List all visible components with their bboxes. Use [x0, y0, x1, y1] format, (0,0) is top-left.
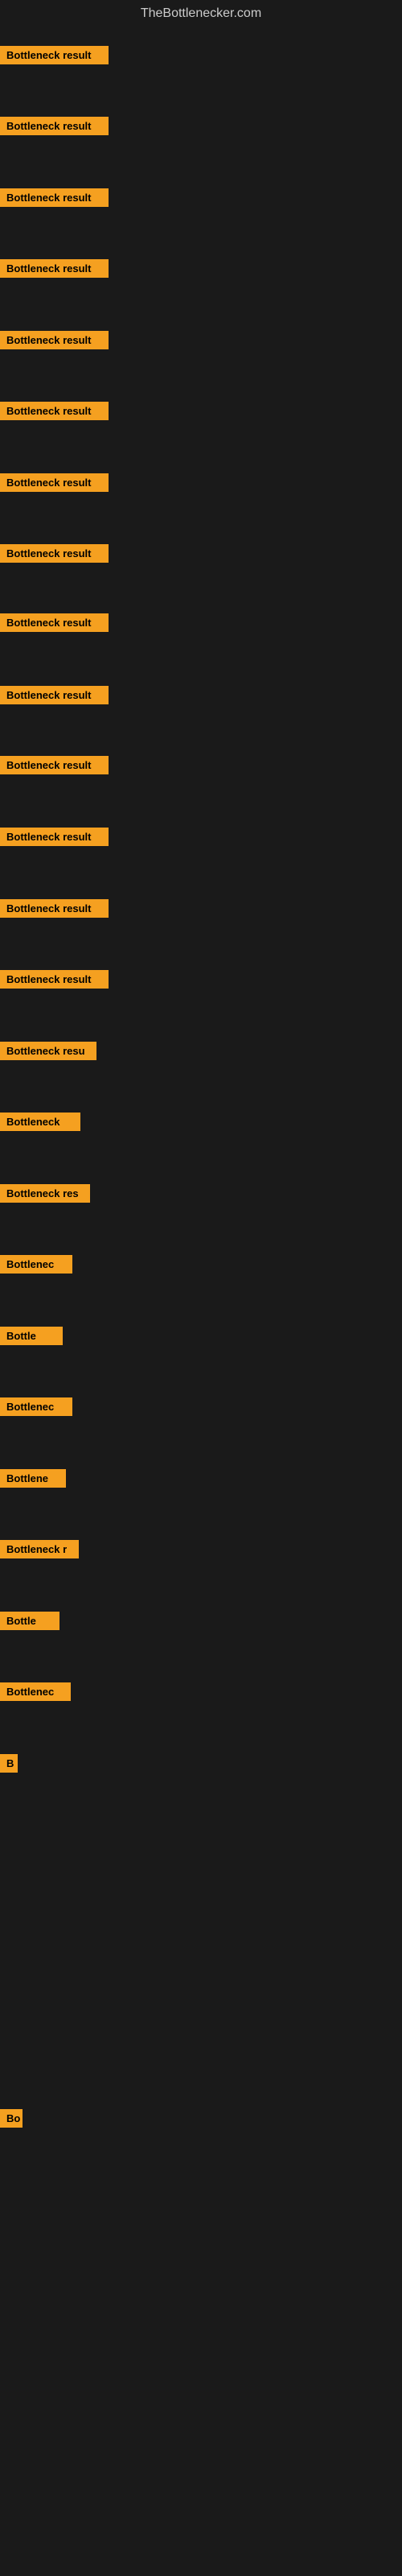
bottleneck-result-item[interactable]: Bottleneck result	[0, 686, 109, 704]
bottleneck-result-item[interactable]: Bottle	[0, 1327, 63, 1345]
bottleneck-result-item[interactable]: Bottleneck res	[0, 1184, 90, 1203]
bottleneck-result-item[interactable]: Bottleneck r	[0, 1540, 79, 1558]
bottleneck-result-item[interactable]: Bottleneck result	[0, 613, 109, 632]
bottleneck-result-item[interactable]: Bottleneck result	[0, 828, 109, 846]
bottleneck-result-item[interactable]: Bottleneck result	[0, 331, 109, 349]
bottleneck-result-item[interactable]: Bottlenec	[0, 1255, 72, 1274]
bottleneck-result-item[interactable]: Bottleneck result	[0, 117, 109, 135]
bottleneck-result-item[interactable]: Bottleneck result	[0, 259, 109, 278]
bottleneck-result-item[interactable]: Bottlene	[0, 1469, 66, 1488]
bottleneck-result-item[interactable]: Bottleneck resu	[0, 1042, 96, 1060]
bottleneck-result-item[interactable]: Bottleneck result	[0, 544, 109, 563]
bottleneck-result-item[interactable]: Bottleneck result	[0, 46, 109, 64]
bottleneck-result-item[interactable]: Bottleneck result	[0, 473, 109, 492]
bottleneck-result-item[interactable]: B	[0, 1754, 18, 1773]
bottleneck-result-item[interactable]: Bottleneck result	[0, 899, 109, 918]
bottleneck-result-item[interactable]: Bottleneck result	[0, 756, 109, 774]
site-title: TheBottlenecker.com	[0, 0, 402, 24]
bottleneck-result-item[interactable]: Bo	[0, 2109, 23, 2128]
bottleneck-result-item[interactable]: Bottlenec	[0, 1682, 71, 1701]
bottleneck-result-item[interactable]: Bottleneck result	[0, 402, 109, 420]
bottleneck-result-item[interactable]: Bottlenec	[0, 1397, 72, 1416]
bottleneck-result-item[interactable]: Bottleneck result	[0, 188, 109, 207]
bottleneck-result-item[interactable]: Bottleneck result	[0, 970, 109, 989]
bottleneck-result-item[interactable]: Bottleneck	[0, 1113, 80, 1131]
bottleneck-result-item[interactable]: Bottle	[0, 1612, 59, 1630]
